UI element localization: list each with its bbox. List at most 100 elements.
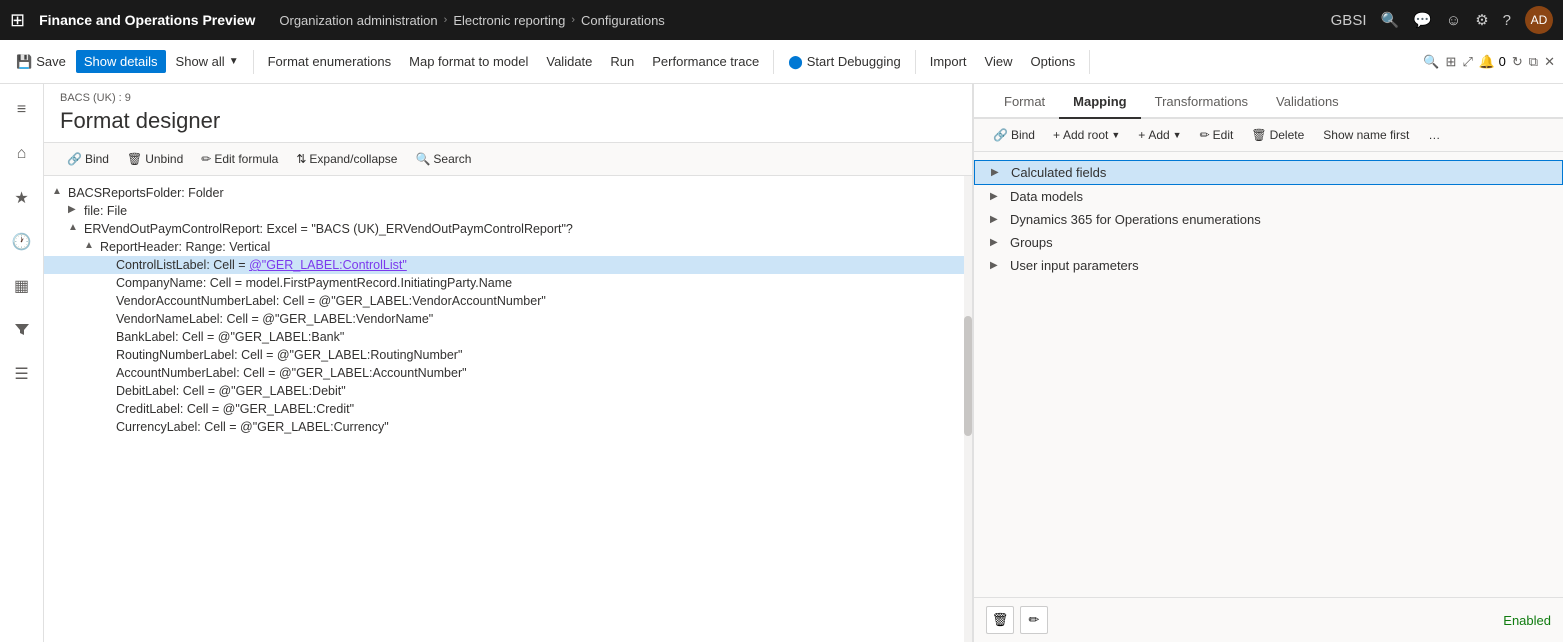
app-grid-icon[interactable]: ⊞ bbox=[10, 10, 25, 31]
tree-item[interactable]: ▲ReportHeader: Range: Vertical bbox=[44, 238, 964, 256]
mapping-tree-item[interactable]: ▶ Groups bbox=[974, 231, 1563, 254]
tree-item[interactable]: CreditLabel: Cell = @"GER_LABEL:Credit" bbox=[44, 400, 964, 418]
show-details-button[interactable]: Show details bbox=[76, 50, 166, 73]
tree-toggle[interactable]: ▶ bbox=[68, 204, 84, 215]
tree-item[interactable]: VendorNameLabel: Cell = @"GER_LABEL:Vend… bbox=[44, 310, 964, 328]
tree-item[interactable]: DebitLabel: Cell = @"GER_LABEL:Debit" bbox=[44, 382, 964, 400]
format-enumerations-button[interactable]: Format enumerations bbox=[260, 50, 400, 73]
performance-trace-button[interactable]: Performance trace bbox=[644, 50, 767, 73]
settings-icon[interactable]: ⚙ bbox=[1475, 11, 1488, 29]
add-root-button[interactable]: + Add root ▼ bbox=[1046, 125, 1127, 145]
mapping-tree-item[interactable]: ▶ Data models bbox=[974, 185, 1563, 208]
mapping-item-label: User input parameters bbox=[1010, 258, 1547, 273]
sidebar-icon-grid[interactable]: ▦ bbox=[4, 268, 40, 304]
tree-item[interactable]: CompanyName: Cell = model.FirstPaymentRe… bbox=[44, 274, 964, 292]
layout-icon[interactable]: ⊞ bbox=[1446, 54, 1457, 70]
show-name-first-button[interactable]: Show name first bbox=[1323, 128, 1409, 142]
breadcrumb-org[interactable]: Organization administration bbox=[279, 13, 437, 28]
tab-mapping[interactable]: Mapping bbox=[1059, 84, 1140, 119]
tree-toggle[interactable]: ▲ bbox=[68, 222, 84, 233]
tree-toggle-arrow[interactable]: ▶ bbox=[990, 237, 1004, 248]
tree-item[interactable]: VendorAccountNumberLabel: Cell = @"GER_L… bbox=[44, 292, 964, 310]
map-format-button[interactable]: Map format to model bbox=[401, 50, 536, 73]
help-icon[interactable]: ? bbox=[1503, 12, 1511, 29]
right-delete-button[interactable]: 🗑 Delete bbox=[1244, 125, 1311, 145]
tab-format[interactable]: Format bbox=[990, 84, 1059, 119]
tree-item[interactable]: ▲ERVendOutPaymControlReport: Excel = "BA… bbox=[44, 220, 964, 238]
right-bind-button[interactable]: 🔗 Bind bbox=[986, 125, 1042, 145]
right-edit-button[interactable]: ✏ Edit bbox=[1193, 125, 1241, 145]
tree-item[interactable]: RoutingNumberLabel: Cell = @"GER_LABEL:R… bbox=[44, 346, 964, 364]
chevron-down-icon: ▼ bbox=[229, 56, 239, 67]
options-button[interactable]: Options bbox=[1023, 50, 1084, 73]
toolbar-search-icon[interactable]: 🔍 bbox=[1423, 54, 1439, 70]
sidebar-icon-menu[interactable]: ≡ bbox=[4, 92, 40, 128]
left-sidebar: ≡ ⌂ ★ 🕐 ▦ ☰ bbox=[0, 84, 44, 642]
breadcrumb-er[interactable]: Electronic reporting bbox=[453, 13, 565, 28]
tree-toggle-arrow[interactable]: ▶ bbox=[990, 214, 1004, 225]
view-button[interactable]: View bbox=[977, 50, 1021, 73]
tree-toggle[interactable]: ▲ bbox=[52, 186, 68, 197]
refresh-icon[interactable]: ↻ bbox=[1512, 54, 1523, 70]
edit-formula-button[interactable]: ✏ Edit formula bbox=[194, 149, 285, 169]
sidebar-icon-recent[interactable]: 🕐 bbox=[4, 224, 40, 260]
tree-item[interactable]: AccountNumberLabel: Cell = @"GER_LABEL:A… bbox=[44, 364, 964, 382]
mapping-tree-item[interactable]: ▶ Dynamics 365 for Operations enumeratio… bbox=[974, 208, 1563, 231]
bottom-delete-button[interactable]: 🗑 bbox=[986, 606, 1014, 634]
person-icon[interactable]: ☺ bbox=[1446, 12, 1461, 29]
sidebar-icon-list[interactable]: ☰ bbox=[4, 356, 40, 392]
breadcrumb-sep-2: › bbox=[571, 14, 575, 26]
more-icon: … bbox=[1428, 128, 1440, 142]
save-icon: 💾 bbox=[16, 54, 32, 70]
bottom-edit-button[interactable]: ✏ bbox=[1020, 606, 1048, 634]
start-debugging-button[interactable]: ⬤ Start Debugging bbox=[780, 50, 909, 74]
sidebar-icon-favorites[interactable]: ★ bbox=[4, 180, 40, 216]
import-button[interactable]: Import bbox=[922, 50, 975, 73]
tree-item-text: CurrencyLabel: Cell = @"GER_LABEL:Curren… bbox=[116, 420, 956, 434]
tree-item-text: VendorAccountNumberLabel: Cell = @"GER_L… bbox=[116, 294, 956, 308]
tree-item[interactable]: ▲BACSReportsFolder: Folder bbox=[44, 184, 964, 202]
notification-icon[interactable]: 🔔 bbox=[1479, 54, 1495, 69]
breadcrumb-config[interactable]: Configurations bbox=[581, 13, 665, 28]
search-button[interactable]: 🔍 Search bbox=[408, 149, 478, 169]
expand-window-icon[interactable]: ⧉ bbox=[1529, 54, 1538, 70]
tab-transformations[interactable]: Transformations bbox=[1141, 84, 1262, 119]
close-icon[interactable]: ✕ bbox=[1544, 54, 1555, 70]
tree-toggle[interactable]: ▲ bbox=[84, 240, 100, 251]
more-options-button[interactable]: … bbox=[1421, 125, 1447, 145]
mapping-tree-item[interactable]: ▶ Calculated fields bbox=[974, 160, 1563, 185]
tree-item[interactable]: ▶file: File bbox=[44, 202, 964, 220]
tree-item-text: ERVendOutPaymControlReport: Excel = "BAC… bbox=[84, 222, 956, 236]
mapping-item-label: Dynamics 365 for Operations enumerations bbox=[1010, 212, 1547, 227]
sidebar-icon-home[interactable]: ⌂ bbox=[4, 136, 40, 172]
right-toolbar: 🔗 Bind + Add root ▼ + Add ▼ ✏ Edit bbox=[974, 119, 1563, 152]
scroll-thumb[interactable] bbox=[964, 316, 972, 436]
expand-collapse-button[interactable]: ⇅ Expand/collapse bbox=[289, 149, 404, 169]
tab-validations[interactable]: Validations bbox=[1262, 84, 1353, 119]
tree-toggle-arrow[interactable]: ▶ bbox=[990, 260, 1004, 271]
search-icon[interactable]: 🔍 bbox=[1381, 11, 1400, 29]
run-button[interactable]: Run bbox=[602, 50, 642, 73]
save-button[interactable]: 💾 Save bbox=[8, 50, 74, 74]
show-all-button[interactable]: Show all ▼ bbox=[168, 50, 247, 73]
tree-item-text: BankLabel: Cell = @"GER_LABEL:Bank" bbox=[116, 330, 956, 344]
right-link-icon: 🔗 bbox=[993, 128, 1008, 142]
tree-item[interactable]: BankLabel: Cell = @"GER_LABEL:Bank" bbox=[44, 328, 964, 346]
chat-icon[interactable]: 💬 bbox=[1413, 11, 1432, 29]
tree-item[interactable]: ControlListLabel: Cell = @"GER_LABEL:Con… bbox=[44, 256, 964, 274]
debug-icon: ⬤ bbox=[788, 54, 803, 70]
tree-toggle-arrow[interactable]: ▶ bbox=[990, 191, 1004, 202]
unbind-button[interactable]: 🗑 Unbind bbox=[120, 149, 190, 169]
expand-icon[interactable]: ⤢ bbox=[1462, 54, 1472, 70]
mapping-tree-item[interactable]: ▶ User input parameters bbox=[974, 254, 1563, 277]
tree-item[interactable]: CurrencyLabel: Cell = @"GER_LABEL:Curren… bbox=[44, 418, 964, 436]
panel-header: BACS (UK) : 9 Format designer bbox=[44, 84, 972, 143]
bind-button[interactable]: 🔗 Bind bbox=[60, 149, 116, 169]
avatar[interactable]: AD bbox=[1525, 6, 1553, 34]
sidebar-icon-filter[interactable] bbox=[4, 312, 40, 348]
tree-toggle-arrow[interactable]: ▶ bbox=[991, 167, 1005, 178]
link-icon: 🔗 bbox=[67, 152, 82, 166]
validate-button[interactable]: Validate bbox=[538, 50, 600, 73]
add-button[interactable]: + Add ▼ bbox=[1131, 125, 1188, 145]
mapping-item-label: Data models bbox=[1010, 189, 1547, 204]
